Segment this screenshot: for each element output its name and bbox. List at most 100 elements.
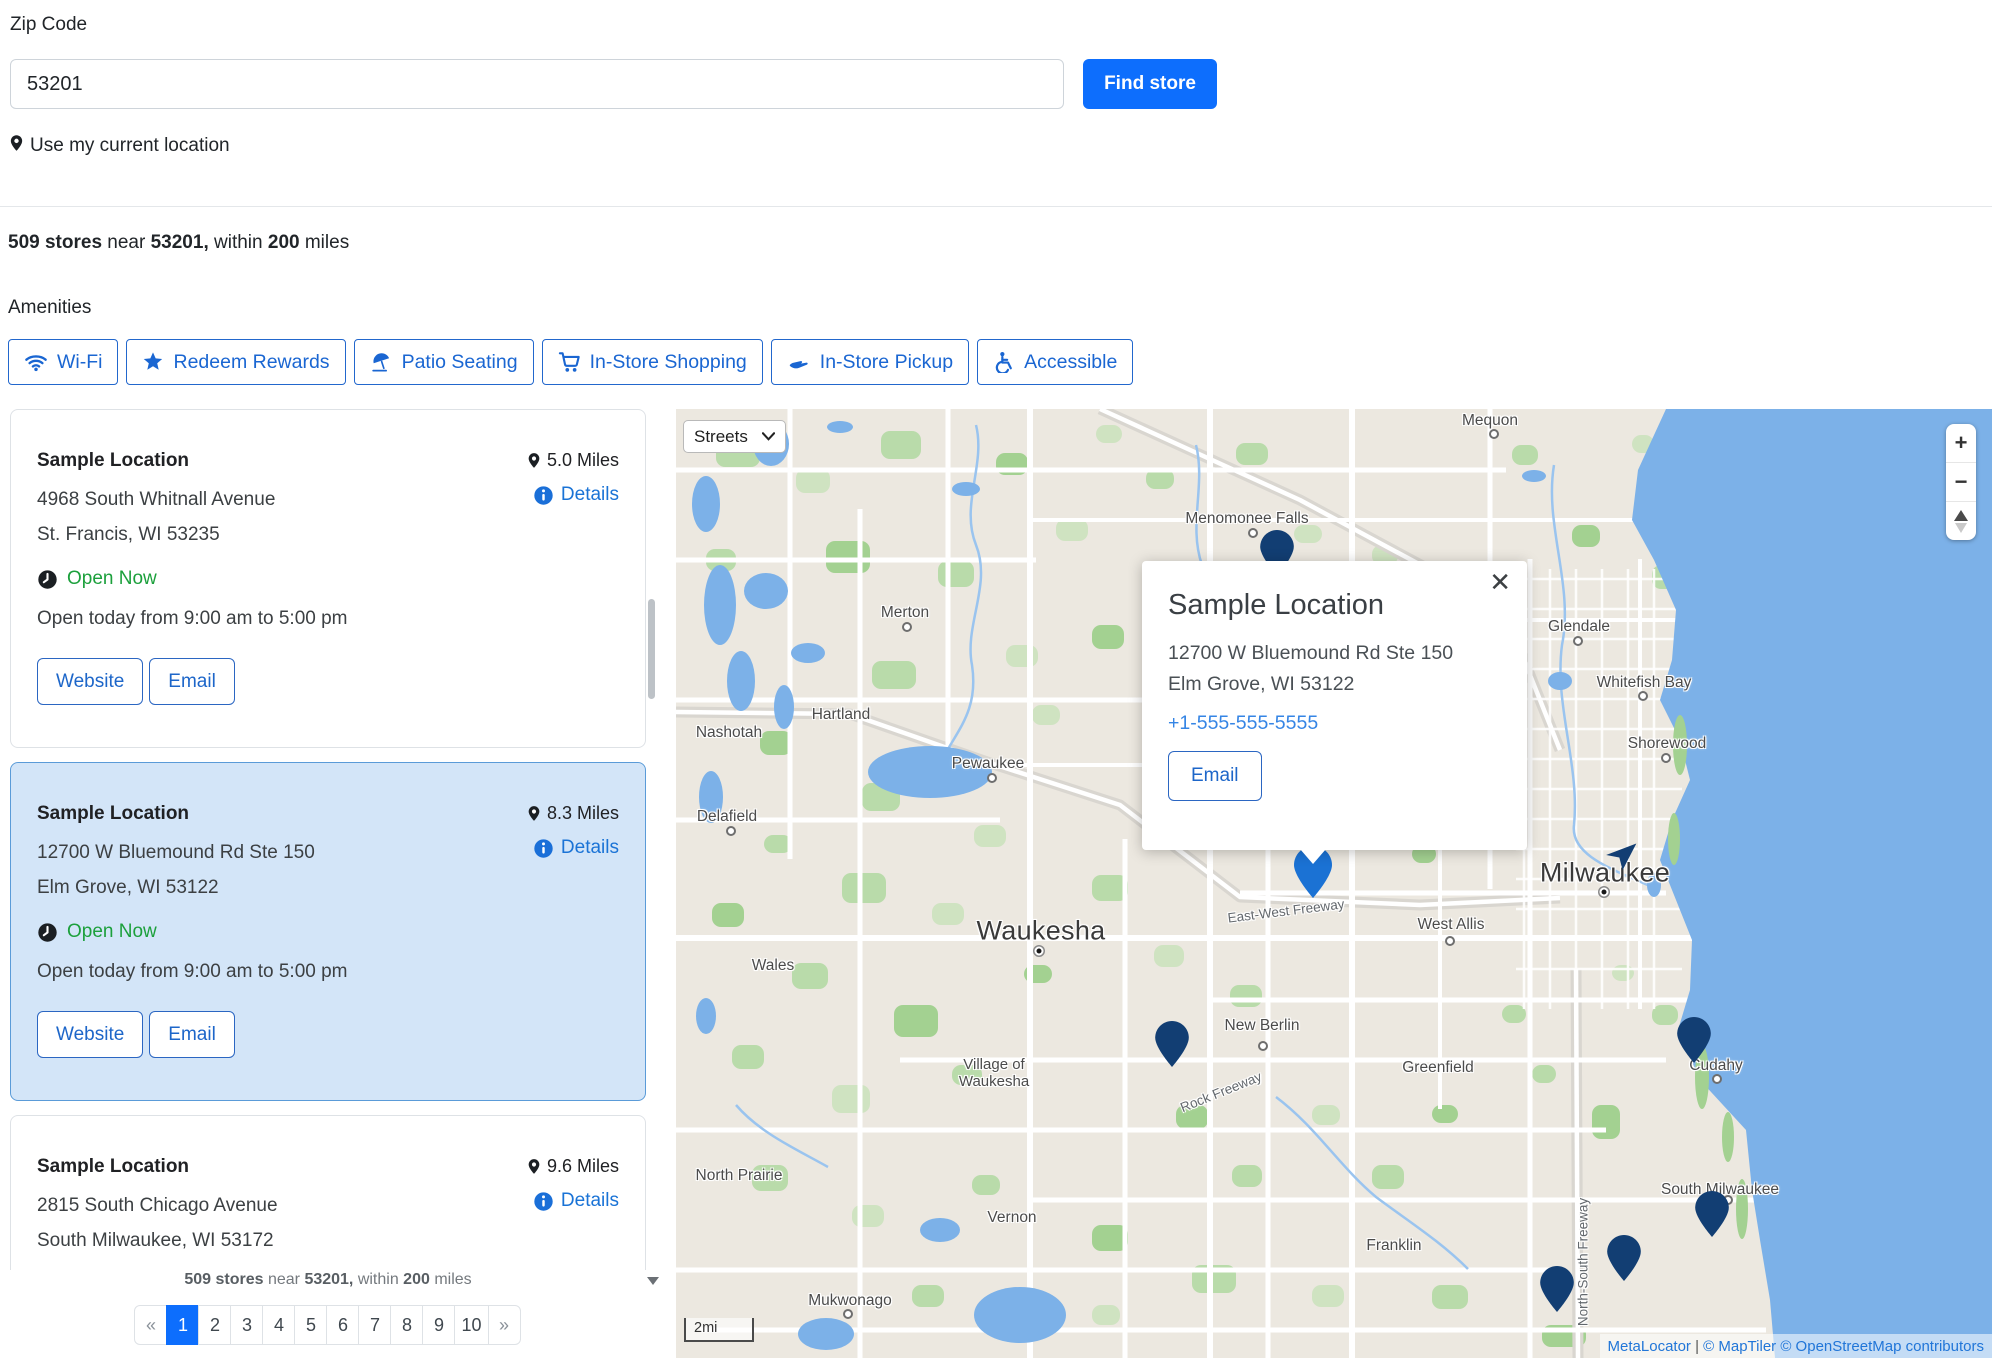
store-marker-pin-icon[interactable] [1695,1191,1729,1242]
zoom-in-button[interactable]: + [1946,424,1976,463]
card-address-row: 2815 South Chicago AvenueSouth Milwaukee… [37,1178,619,1258]
map-scale-bar: 2mi [684,1318,754,1342]
map-style-value: Streets [694,427,748,447]
page-item-10[interactable]: 10 [454,1305,488,1345]
map-pin-icon [526,803,542,824]
page-item-1[interactable]: 1 [166,1305,199,1345]
amenity-filter-in-store-pickup[interactable]: In-Store Pickup [771,339,969,385]
town-dot [1489,429,1499,439]
page-item-3[interactable]: 3 [230,1305,263,1345]
info-icon [533,838,554,859]
attribution-metalocator-link[interactable]: MetaLocator [1608,1338,1691,1355]
map-style-selector[interactable]: Streets [683,420,786,453]
clock-icon [37,569,58,590]
store-marker-pin-icon[interactable] [1607,1235,1641,1286]
card-buttons: WebsiteEmail [37,658,619,705]
popup-close-icon[interactable]: ✕ [1489,569,1511,595]
use-current-location-link[interactable]: Use my current location [8,132,230,160]
page-item-prev[interactable]: « [134,1305,167,1345]
town-dot [1258,1041,1268,1051]
page-item-2[interactable]: 2 [198,1305,231,1345]
town-dot [843,1309,853,1319]
results-summary-footer: 509 stores near 53201, within 200 miles [10,1271,646,1289]
use-current-location-label: Use my current location [30,135,230,157]
store-hours: Open today from 9:00 am to 5:00 pm [37,961,619,983]
store-address: 2815 South Chicago AvenueSouth Milwaukee… [37,1188,278,1258]
map-label-greenfield: Greenfield [1402,1059,1474,1077]
popup-store-name: Sample Location [1168,589,1501,622]
map-attribution: MetaLocator | © MapTiler © OpenStreetMap… [1600,1334,1992,1358]
popup-pointer [1300,849,1326,864]
amenity-filter-patio-seating[interactable]: Patio Seating [354,339,534,385]
page-item-4[interactable]: 4 [262,1305,295,1345]
clock-icon [37,922,58,943]
wifi-icon [24,351,48,373]
attribution-maptiler-link[interactable]: © MapTiler [1703,1338,1776,1355]
card-header-row: Sample Location5.0 Miles [37,436,619,472]
map-label-mukwonago: Mukwonago [808,1292,892,1310]
zip-code-input[interactable] [10,59,1064,109]
amenity-filter-redeem-rewards[interactable]: Redeem Rewards [126,339,345,385]
store-distance: 8.3 Miles [526,789,619,824]
map-canvas[interactable]: MequonMenomonee FallsMertonHartlandNasho… [676,409,1992,1358]
store-marker-arrow-icon[interactable] [1600,836,1639,879]
email-button[interactable]: Email [149,658,235,705]
map-label-north-prairie: North Prairie [696,1167,783,1185]
amenity-label: Wi-Fi [57,351,102,374]
map-label-menomonee-falls: Menomonee Falls [1185,510,1308,528]
store-name: Sample Location [37,1142,189,1178]
website-button[interactable]: Website [37,1011,143,1058]
website-button[interactable]: Website [37,658,143,705]
map-tiles [676,409,1992,1358]
open-status: Open Now [37,921,619,943]
popup-address: 12700 W Bluemound Rd Ste 150 Elm Grove, … [1168,638,1501,700]
town-dot [1712,1074,1722,1084]
amenity-label: Accessible [1024,351,1117,374]
open-status: Open Now [37,568,619,590]
store-card[interactable]: Sample Location5.0 Miles4968 South Whitn… [10,409,646,748]
map-popup: ✕ Sample Location 12700 W Bluemound Rd S… [1142,561,1527,850]
page-item-9[interactable]: 9 [422,1305,455,1345]
store-details-link[interactable]: Details [533,484,619,506]
map-zoom-controls: + − [1946,424,1976,540]
map-label-franklin: Franklin [1366,1237,1421,1255]
map-label-hartland: Hartland [812,706,871,724]
amenity-filter-wi-fi[interactable]: Wi-Fi [8,339,118,385]
store-card[interactable]: Sample Location 9.6 Miles 2815 South Chica… [10,1115,646,1270]
store-name: Sample Location [37,789,189,825]
address-line1: 12700 W Bluemound Rd Ste 150 [37,835,315,870]
page-item-next[interactable]: » [488,1305,521,1345]
store-marker-pin-icon[interactable] [1540,1266,1574,1317]
map-label-delafield: Delafield [697,808,757,826]
popup-email-button[interactable]: Email [1168,751,1262,801]
store-marker-pin-icon[interactable] [1677,1017,1711,1068]
amenity-filter-accessible[interactable]: Accessible [977,339,1133,385]
list-scrollbar-thumb[interactable] [648,599,655,699]
results-summary: 509 stores near 53201, within 200 miles [8,232,349,254]
zoom-out-button[interactable]: − [1946,463,1976,502]
amenity-label: Patio Seating [402,351,518,374]
map-label-merton: Merton [881,604,929,622]
find-store-button[interactable]: Find store [1083,59,1217,109]
details-label: Details [561,1190,619,1212]
list-scrollbar-down-arrow[interactable] [647,1277,659,1285]
attribution-osm-link[interactable]: © OpenStreetMap contributors [1776,1338,1984,1355]
page-item-5[interactable]: 5 [294,1305,327,1345]
amenities-filter-row: Wi-Fi Redeem Rewards Patio Seating In-Store… [8,339,1133,385]
town-dot [987,773,997,783]
store-marker-pin-icon[interactable] [1155,1021,1189,1072]
page-item-8[interactable]: 8 [390,1305,423,1345]
amenity-filter-in-store-shopping[interactable]: In-Store Shopping [542,339,763,385]
map-label-north-south-freeway: North-South Freeway [1576,1198,1591,1326]
map-label-vernon: Vernon [987,1209,1036,1227]
email-button[interactable]: Email [149,1011,235,1058]
map-label-nashotah: Nashotah [696,724,762,742]
page-item-7[interactable]: 7 [358,1305,391,1345]
store-card[interactable]: Sample Location 8.3 Miles 12700 W Bluemoun… [10,762,646,1101]
compass-pitch-control[interactable] [1946,502,1976,540]
page-item-6[interactable]: 6 [326,1305,359,1345]
store-details-link[interactable]: Details [533,837,619,859]
store-distance: 9.6 Miles [526,1142,619,1177]
store-details-link[interactable]: Details [533,1190,619,1212]
popup-phone-link[interactable]: +1-555-555-5555 [1168,712,1501,735]
